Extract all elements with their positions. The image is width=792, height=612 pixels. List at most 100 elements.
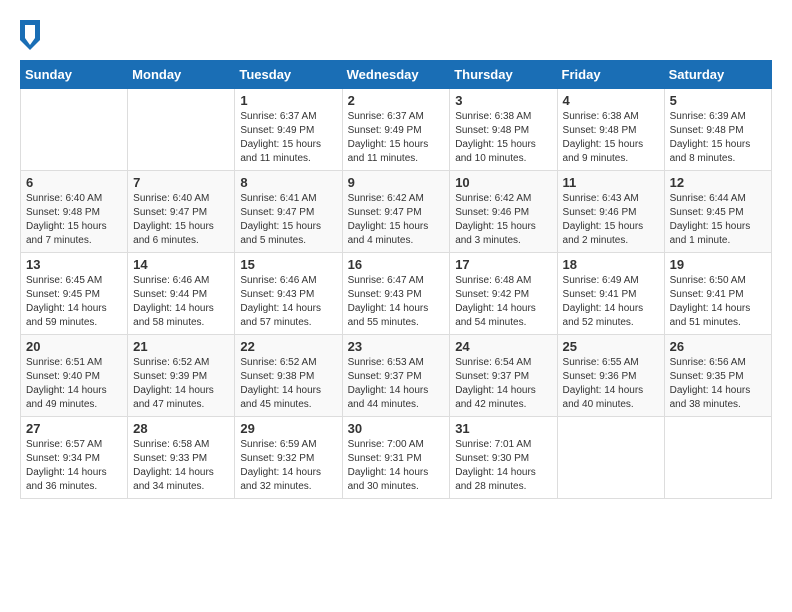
calendar-day-cell [21,89,128,171]
day-info: Sunrise: 6:47 AMSunset: 9:43 PMDaylight:… [348,274,445,330]
day-info: Sunrise: 6:39 AMSunset: 9:48 PMDaylight:… [670,110,766,166]
logo [20,20,44,50]
day-info: Sunrise: 6:54 AMSunset: 9:37 PMDaylight:… [455,356,551,412]
calendar-week-row: 27 Sunrise: 6:57 AMSunset: 9:34 PMDayligh… [21,417,772,499]
day-number: 22 [240,339,336,354]
day-number: 28 [133,421,229,436]
calendar-day-cell: 8 Sunrise: 6:41 AMSunset: 9:47 PMDaylight… [235,171,342,253]
day-number: 29 [240,421,336,436]
calendar-header-row: SundayMondayTuesdayWednesdayThursdayFrid… [21,61,772,89]
calendar-day-cell: 7 Sunrise: 6:40 AMSunset: 9:47 PMDaylight… [128,171,235,253]
day-info: Sunrise: 6:52 AMSunset: 9:39 PMDaylight:… [133,356,229,412]
day-number: 18 [563,257,659,272]
weekday-header: Thursday [450,61,557,89]
day-number: 25 [563,339,659,354]
weekday-header: Saturday [664,61,771,89]
day-info: Sunrise: 6:41 AMSunset: 9:47 PMDaylight:… [240,192,336,248]
weekday-header: Tuesday [235,61,342,89]
calendar-week-row: 13 Sunrise: 6:45 AMSunset: 9:45 PMDayligh… [21,253,772,335]
day-info: Sunrise: 6:59 AMSunset: 9:32 PMDaylight:… [240,438,336,494]
day-info: Sunrise: 6:50 AMSunset: 9:41 PMDaylight:… [670,274,766,330]
day-info: Sunrise: 6:42 AMSunset: 9:47 PMDaylight:… [348,192,445,248]
calendar-day-cell: 21 Sunrise: 6:52 AMSunset: 9:39 PMDayligh… [128,335,235,417]
calendar-day-cell: 5Sunrise: 6:39 AMSunset: 9:48 PMDaylight… [664,89,771,171]
calendar-day-cell: 6 Sunrise: 6:40 AMSunset: 9:48 PMDaylight… [21,171,128,253]
day-number: 3 [455,93,551,108]
day-number: 4 [563,93,659,108]
day-number: 30 [348,421,445,436]
calendar-week-row: 1 Sunrise: 6:37 AMSunset: 9:49 PMDaylight… [21,89,772,171]
day-info: Sunrise: 6:38 AMSunset: 9:48 PMDaylight:… [455,110,551,166]
day-info: Sunrise: 6:42 AMSunset: 9:46 PMDaylight:… [455,192,551,248]
calendar-day-cell: 13 Sunrise: 6:45 AMSunset: 9:45 PMDayligh… [21,253,128,335]
day-info: Sunrise: 6:46 AMSunset: 9:44 PMDaylight:… [133,274,229,330]
weekday-header: Wednesday [342,61,450,89]
day-info: Sunrise: 6:37 AMSunset: 9:49 PMDaylight:… [240,110,336,166]
day-info: Sunrise: 7:01 AMSunset: 9:30 PMDaylight:… [455,438,551,494]
day-number: 10 [455,175,551,190]
day-info: Sunrise: 6:45 AMSunset: 9:45 PMDaylight:… [26,274,122,330]
day-number: 14 [133,257,229,272]
day-number: 26 [670,339,766,354]
day-number: 24 [455,339,551,354]
calendar-day-cell: 27 Sunrise: 6:57 AMSunset: 9:34 PMDayligh… [21,417,128,499]
weekday-header: Friday [557,61,664,89]
calendar-day-cell: 3 Sunrise: 6:38 AMSunset: 9:48 PMDaylight… [450,89,557,171]
day-info: Sunrise: 6:57 AMSunset: 9:34 PMDaylight:… [26,438,122,494]
day-info: Sunrise: 6:43 AMSunset: 9:46 PMDaylight:… [563,192,659,248]
day-number: 8 [240,175,336,190]
calendar-day-cell: 16Sunrise: 6:47 AMSunset: 9:43 PMDayligh… [342,253,450,335]
calendar-day-cell: 10 Sunrise: 6:42 AMSunset: 9:46 PMDayligh… [450,171,557,253]
calendar-day-cell: 17 Sunrise: 6:48 AMSunset: 9:42 PMDayligh… [450,253,557,335]
calendar-day-cell: 15Sunrise: 6:46 AMSunset: 9:43 PMDayligh… [235,253,342,335]
day-info: Sunrise: 6:53 AMSunset: 9:37 PMDaylight:… [348,356,445,412]
day-number: 1 [240,93,336,108]
calendar-day-cell: 12 Sunrise: 6:44 AMSunset: 9:45 PMDayligh… [664,171,771,253]
calendar-table: SundayMondayTuesdayWednesdayThursdayFrid… [20,60,772,499]
calendar-day-cell: 19Sunrise: 6:50 AMSunset: 9:41 PMDayligh… [664,253,771,335]
day-info: Sunrise: 6:46 AMSunset: 9:43 PMDaylight:… [240,274,336,330]
calendar-week-row: 20 Sunrise: 6:51 AMSunset: 9:40 PMDayligh… [21,335,772,417]
day-number: 7 [133,175,229,190]
day-info: Sunrise: 6:52 AMSunset: 9:38 PMDaylight:… [240,356,336,412]
calendar-day-cell: 29 Sunrise: 6:59 AMSunset: 9:32 PMDayligh… [235,417,342,499]
day-number: 6 [26,175,122,190]
day-number: 21 [133,339,229,354]
calendar-day-cell: 18 Sunrise: 6:49 AMSunset: 9:41 PMDayligh… [557,253,664,335]
day-number: 27 [26,421,122,436]
day-number: 9 [348,175,445,190]
day-info: Sunrise: 6:40 AMSunset: 9:48 PMDaylight:… [26,192,122,248]
day-number: 12 [670,175,766,190]
calendar-day-cell: 23 Sunrise: 6:53 AMSunset: 9:37 PMDayligh… [342,335,450,417]
calendar-day-cell: 26 Sunrise: 6:56 AMSunset: 9:35 PMDayligh… [664,335,771,417]
calendar-week-row: 6 Sunrise: 6:40 AMSunset: 9:48 PMDaylight… [21,171,772,253]
calendar-day-cell [128,89,235,171]
day-number: 20 [26,339,122,354]
calendar-day-cell: 24 Sunrise: 6:54 AMSunset: 9:37 PMDayligh… [450,335,557,417]
day-info: Sunrise: 6:55 AMSunset: 9:36 PMDaylight:… [563,356,659,412]
day-info: Sunrise: 6:38 AMSunset: 9:48 PMDaylight:… [563,110,659,166]
day-info: Sunrise: 6:56 AMSunset: 9:35 PMDaylight:… [670,356,766,412]
day-info: Sunrise: 6:40 AMSunset: 9:47 PMDaylight:… [133,192,229,248]
day-info: Sunrise: 7:00 AMSunset: 9:31 PMDaylight:… [348,438,445,494]
day-number: 13 [26,257,122,272]
day-info: Sunrise: 6:49 AMSunset: 9:41 PMDaylight:… [563,274,659,330]
calendar-day-cell [664,417,771,499]
day-info: Sunrise: 6:48 AMSunset: 9:42 PMDaylight:… [455,274,551,330]
calendar-day-cell: 9 Sunrise: 6:42 AMSunset: 9:47 PMDaylight… [342,171,450,253]
day-number: 2 [348,93,445,108]
day-number: 23 [348,339,445,354]
logo-icon [20,20,40,50]
day-number: 17 [455,257,551,272]
day-info: Sunrise: 6:44 AMSunset: 9:45 PMDaylight:… [670,192,766,248]
day-number: 11 [563,175,659,190]
calendar-day-cell: 2Sunrise: 6:37 AMSunset: 9:49 PMDaylight… [342,89,450,171]
calendar-day-cell: 31 Sunrise: 7:01 AMSunset: 9:30 PMDayligh… [450,417,557,499]
calendar-day-cell: 4 Sunrise: 6:38 AMSunset: 9:48 PMDaylight… [557,89,664,171]
weekday-header: Monday [128,61,235,89]
calendar-day-cell: 28Sunrise: 6:58 AMSunset: 9:33 PMDayligh… [128,417,235,499]
day-number: 31 [455,421,551,436]
calendar-day-cell: 20 Sunrise: 6:51 AMSunset: 9:40 PMDayligh… [21,335,128,417]
day-info: Sunrise: 6:51 AMSunset: 9:40 PMDaylight:… [26,356,122,412]
calendar-day-cell [557,417,664,499]
